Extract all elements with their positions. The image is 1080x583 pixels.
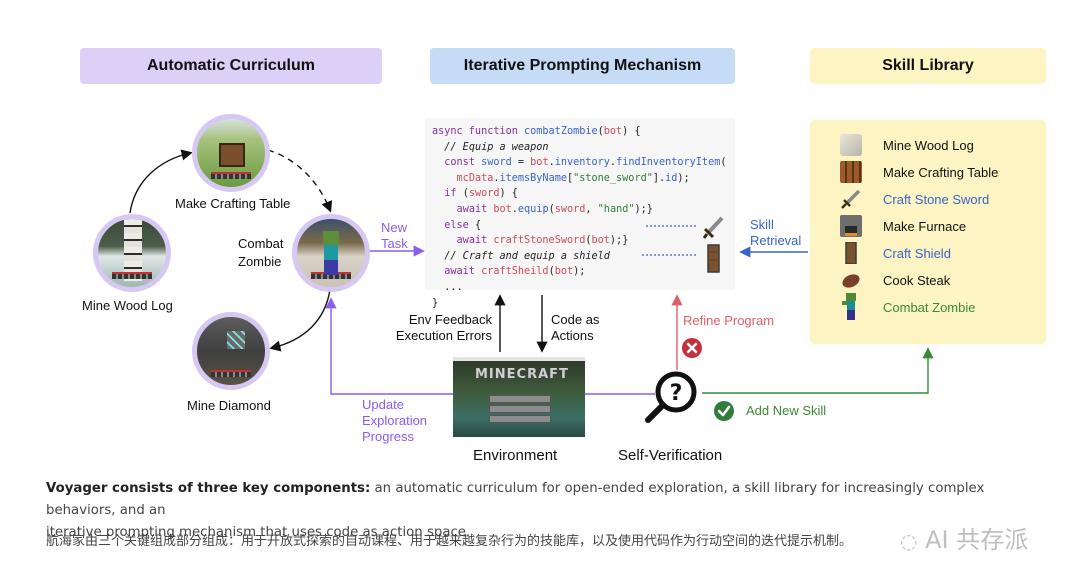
fail-x-icon: [682, 338, 702, 358]
code-block: async function combatZombie(bot) { // Eq…: [432, 126, 727, 309]
add-new-skill-arrow: [702, 347, 934, 394]
update-line3: Progress: [362, 429, 415, 444]
crafting-table-icon: [840, 161, 862, 183]
combat-zombie-label-2: Zombie: [238, 254, 282, 269]
mine-diamond-label: Mine Diamond: [187, 398, 271, 413]
make-crafting-table-label: Make Crafting Table: [175, 196, 291, 211]
skill-item-craft-stone-sword: Craft Stone Sword: [840, 188, 989, 210]
mc-menu-button-2: [489, 405, 551, 413]
skill-item-combat-zombie: Combat Zombie: [840, 293, 976, 320]
shield-icon: [845, 242, 857, 264]
skill-retrieval-line2: Retrieval: [750, 233, 802, 248]
wechat-icon: ◌: [900, 529, 918, 553]
environment-label: Environment: [473, 447, 558, 464]
skill-label: Make Furnace: [883, 218, 967, 234]
skill-retrieval-line1: Skill: [750, 217, 774, 232]
code-as-line1: Code as: [551, 312, 600, 327]
watermark: ◌ AI 共存派: [900, 520, 1028, 555]
minecraft-environment-screenshot: MINECRAFT: [453, 357, 585, 437]
combat-zombie-node: [292, 214, 370, 292]
mine-diamond-node: [192, 312, 270, 390]
skill-item-make-furnace: Make Furnace: [840, 215, 966, 237]
skill-label: Craft Shield: [883, 245, 951, 261]
mc-menu-button-1: [489, 395, 551, 403]
skill-item-make-crafting-table: Make Crafting Table: [840, 161, 998, 183]
make-crafting-table-node: [192, 114, 270, 192]
skill-label: Make Crafting Table: [883, 164, 999, 180]
add-new-skill-label: Add New Skill: [746, 403, 827, 418]
stone-sword-code-icon: [702, 216, 724, 239]
success-check-icon: [714, 401, 734, 421]
zombie-icon: [842, 293, 856, 320]
skill-item-craft-shield: Craft Shield: [840, 242, 951, 264]
self-verification-label: Self-Verification: [618, 447, 723, 464]
skill-label: Mine Wood Log: [883, 137, 974, 153]
new-task-label-2: Task: [381, 236, 408, 251]
env-feedback-line1: Env Feedback: [408, 312, 492, 327]
stone-sword-icon: [841, 189, 861, 209]
skill-item-mine-wood-log: Mine Wood Log: [840, 134, 974, 156]
env-feedback-label: Env Feedback Execution Errors: [392, 312, 492, 344]
furnace-icon: [840, 215, 862, 237]
minecraft-logo: MINECRAFT: [475, 367, 569, 382]
svg-text:?: ?: [670, 381, 683, 406]
arc-zombie-to-diamond: [269, 289, 331, 352]
update-line1: Update: [362, 397, 404, 412]
skill-label: Craft Stone Sword: [883, 191, 990, 207]
caption-bold-lead: Voyager consists of three key components…: [46, 481, 371, 496]
update-exploration-progress-label: Update Exploration Progress: [362, 397, 427, 445]
execution-errors-line: Execution Errors: [395, 328, 492, 343]
update-line2: Exploration: [362, 413, 428, 428]
combat-zombie-label-1: Combat: [238, 236, 284, 251]
skill-label: Cook Steak: [883, 272, 951, 288]
code-icon-dotted-links: [640, 225, 696, 256]
skill-item-cook-steak: Cook Steak: [840, 269, 950, 291]
new-task-label-1: New: [381, 220, 408, 235]
shield-code-icon: [707, 244, 720, 273]
skill-label: Combat Zombie: [883, 299, 976, 315]
steak-icon: [842, 274, 860, 288]
watermark-text: AI 共存派: [925, 526, 1029, 554]
refine-program-label: Refine Program: [683, 313, 775, 328]
birch-log-icon: [840, 134, 862, 156]
code-as-actions-label: Code as Actions: [551, 312, 599, 344]
mc-menu-button-3: [489, 415, 551, 423]
skill-retrieval-label: Skill Retrieval: [750, 217, 801, 249]
magnifier-question-icon: ?: [645, 371, 697, 423]
mine-wood-log-label: Mine Wood Log: [82, 298, 173, 313]
figure-caption-chinese: 航海家由三个关键组成部分组成：用于开放式探索的自动课程、用于越来越复杂行为的技能…: [46, 534, 853, 549]
code-as-line2: Actions: [551, 328, 594, 343]
mine-wood-log-node: [93, 214, 171, 292]
